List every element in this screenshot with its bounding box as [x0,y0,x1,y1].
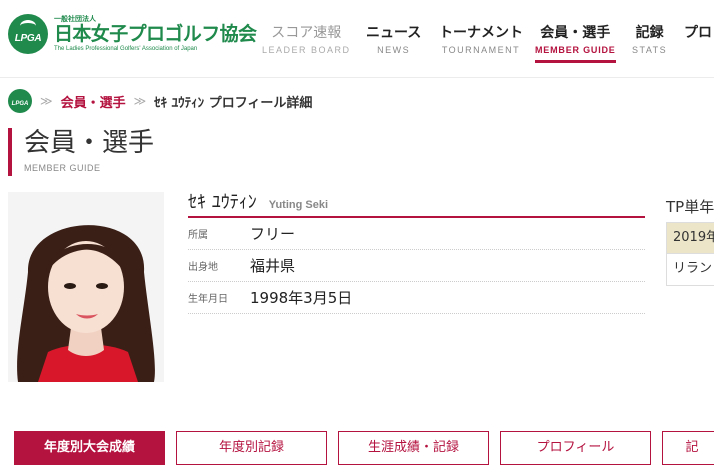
nav-label-en: TOURNAMENT [441,45,521,55]
tab-career-results[interactable]: 生涯成績・記録 [338,431,489,465]
nav-label-en: LEADER BOARD [262,45,351,55]
profile-tabs: 年度別大会成績 年度別記録 生涯成績・記録 プロフィール 記 [14,431,714,465]
tp-single-year-panel: TP単年 2019年 リラン [666,196,714,286]
nav-news[interactable]: ニュース NEWS [366,24,421,56]
nav-label: トーナメント [439,25,523,41]
player-portrait-image [8,192,164,382]
info-label: 生年月日 [188,294,228,305]
page-title-block: 会員・選手 MEMBER GUIDE [8,128,154,176]
info-row-birthdate: 生年月日 1998年3月5日 [188,282,645,314]
breadcrumb-member-guide-link[interactable]: 会員・選手 [61,92,126,111]
breadcrumb-current: ｾｷ ﾕｳﾃｨﾝ プロフィール詳細 [154,95,313,111]
player-photo [8,192,164,382]
player-profile: ｾｷ ﾕｳﾃｨﾝ Yuting Seki 所属 フリー 出身地 福井県 生年月日… [188,188,645,314]
info-label: 所属 [188,230,208,241]
nav-pro[interactable]: プロ [684,24,712,42]
logo-org-name: 日本女子プロゴルフ協会 [54,23,257,45]
tab-profile[interactable]: プロフィール [500,431,651,465]
nav-label: 記録 [635,25,664,41]
site-header: LPGA 一般社団法人 日本女子プロゴルフ協会 The Ladies Profe… [0,0,714,78]
golf-swoosh-icon [20,20,36,32]
player-name-ja: ｾｷ ﾕｳﾃｨﾝ [188,192,257,213]
breadcrumb: LPGA ≫ 会員・選手 ≫ ｾｷ ﾕｳﾃｨﾝ プロフィール詳細 [8,88,312,114]
nav-label-en: NEWS [377,45,411,55]
tp-panel-title: TP単年 [666,198,714,216]
player-name-en: Yuting Seki [268,199,329,211]
info-value: 1998年3月5日 [250,289,353,307]
player-name-row: ｾｷ ﾕｳﾃｨﾝ Yuting Seki [188,188,645,218]
nav-label: ニュース [366,25,422,41]
nav-label: 会員・選手 [540,25,611,41]
info-label: 出身地 [188,262,218,273]
logo-org-name-en: The Ladies Professional Golfers' Associa… [54,46,198,52]
nav-label: スコア速報 [271,25,342,41]
breadcrumb-separator: ≫ [133,94,147,108]
tp-entry[interactable]: リラン [666,254,714,286]
nav-leaderboard[interactable]: スコア速報 LEADER BOARD [262,24,351,56]
page-subtitle: MEMBER GUIDE [24,163,101,173]
nav-label-en: STATS [632,45,668,55]
nav-label-en: MEMBER GUIDE [535,45,616,55]
nav-member-guide[interactable]: 会員・選手 MEMBER GUIDE [535,24,616,63]
page-title: 会員・選手 [24,128,155,158]
lpga-emblem-icon: LPGA [8,14,48,54]
nav-stats[interactable]: 記録 STATS [632,24,667,56]
nav-tournament[interactable]: トーナメント TOURNAMENT [439,24,523,56]
tab-yearly-records[interactable]: 年度別記録 [176,431,327,465]
logo-text: 一般社団法人 日本女子プロゴルフ協会 The Ladies Profession… [54,15,257,53]
info-value: 福井県 [250,257,296,275]
info-value: フリー [250,225,296,243]
nav-active-indicator [535,60,616,63]
info-row-affiliation: 所属 フリー [188,218,645,250]
emblem-text: LPGA [14,33,42,44]
info-row-hometown: 出身地 福井県 [188,250,645,282]
home-lpga-icon[interactable]: LPGA [8,89,32,113]
nav-label: プロ [684,25,712,41]
home-icon-text: LPGA [11,101,29,107]
tab-yearly-tournament-results[interactable]: 年度別大会成績 [14,431,165,465]
lpga-logo[interactable]: LPGA 一般社団法人 日本女子プロゴルフ協会 The Ladies Profe… [8,14,257,54]
tp-year-header: 2019年 [666,222,714,254]
tab-records-partial[interactable]: 記 [662,431,714,465]
breadcrumb-separator: ≫ [40,94,53,108]
